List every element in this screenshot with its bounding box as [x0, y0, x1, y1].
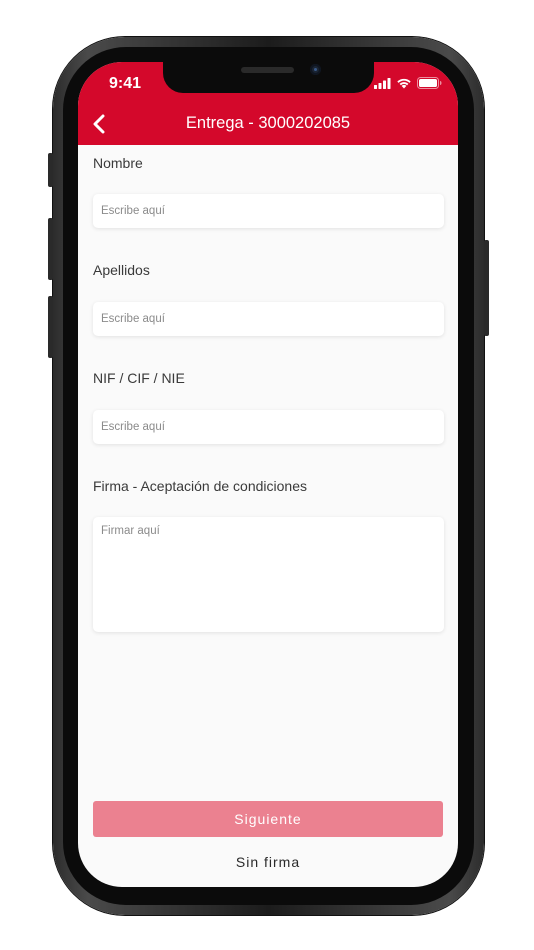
speaker-grille: [241, 67, 294, 73]
status-icons: [374, 77, 442, 89]
battery-icon: [417, 77, 442, 89]
next-button[interactable]: Siguiente: [93, 801, 443, 837]
status-time: 9:41: [109, 75, 142, 92]
firma-label: Firma - Aceptación de condiciones: [93, 478, 307, 494]
signal-icon: [374, 77, 391, 89]
mute-switch: [48, 153, 53, 187]
wifi-icon: [397, 78, 411, 89]
page-title: Entrega - 3000202085: [185, 114, 351, 132]
apellidos-label: Apellidos: [93, 262, 150, 278]
volume-down-button: [48, 296, 53, 358]
no-signature-button[interactable]: Sin firma: [78, 854, 458, 870]
signature-pad[interactable]: Firmar aquí: [93, 517, 444, 632]
app-screen: 9:41 Entrega - 3000202085 Nombre Escribe…: [78, 62, 458, 887]
app-header: 9:41 Entrega - 3000202085: [78, 62, 458, 145]
nif-label: NIF / CIF / NIE: [93, 370, 185, 386]
volume-up-button: [48, 218, 53, 280]
notch: [163, 62, 374, 93]
nombre-label: Nombre: [93, 155, 143, 171]
nombre-input[interactable]: Escribe aquí: [93, 194, 444, 228]
nif-input[interactable]: Escribe aquí: [93, 410, 444, 444]
front-camera: [310, 64, 321, 75]
apellidos-input[interactable]: Escribe aquí: [93, 302, 444, 336]
power-button: [484, 240, 489, 336]
